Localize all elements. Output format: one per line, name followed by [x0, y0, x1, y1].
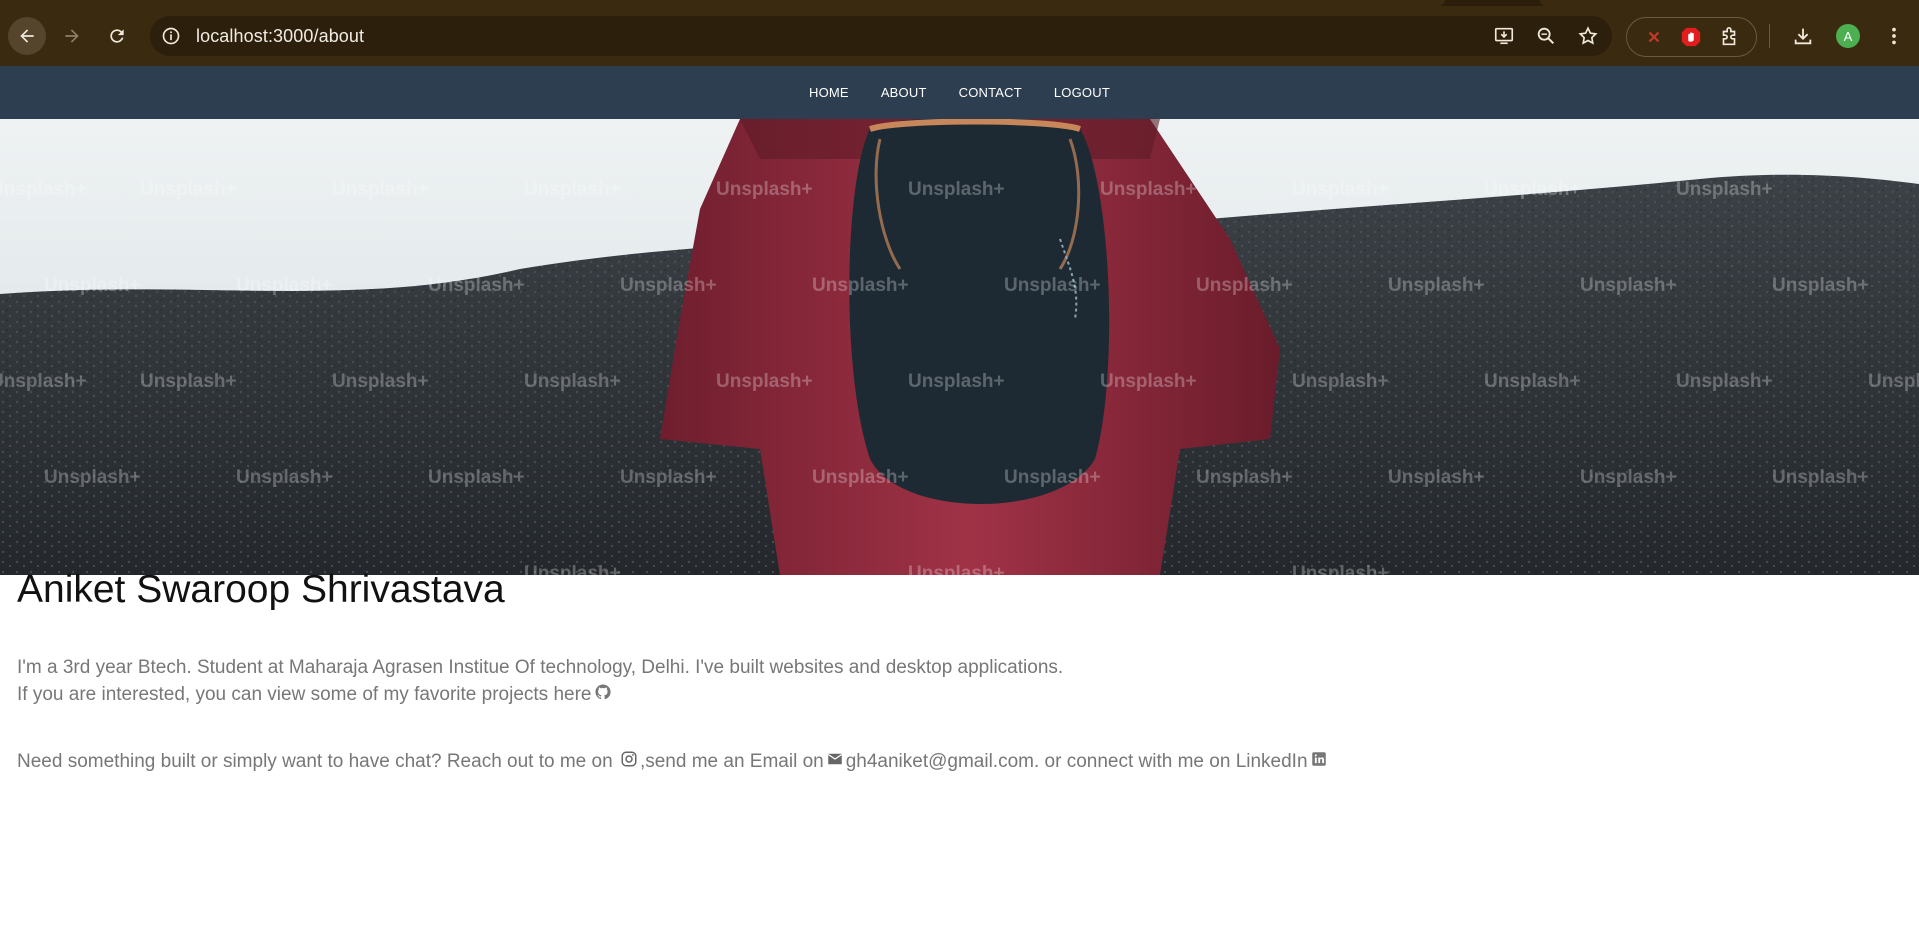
- watermark-text: Unsplash+: [716, 179, 813, 200]
- reload-icon: [110, 29, 124, 43]
- watermark-text: Unsplash+: [1676, 179, 1773, 200]
- contact-text-1: Need something built or simply want to h…: [17, 751, 618, 772]
- arrow-left-icon: [20, 29, 34, 43]
- watermark-text: Unsplash+: [0, 371, 87, 392]
- browser-toolbar: localhost:3000/about A: [0, 0, 1919, 66]
- watermark-text: Unsplash+: [236, 467, 333, 488]
- watermark-text: Unsplash+: [428, 275, 525, 296]
- watermark-text: Unsplash+: [524, 563, 621, 575]
- profile-avatar[interactable]: A: [1836, 24, 1860, 48]
- watermark-text: Unsplash+: [236, 275, 333, 296]
- linkedin-icon: [1311, 752, 1326, 766]
- contact-line: Need something built or simply want to h…: [17, 748, 1330, 775]
- watermark-text: Unsplash+: [1772, 275, 1869, 296]
- watermark-text: Unsplash+: [332, 179, 429, 200]
- inactive-tab-edge: [1540, 0, 1919, 6]
- watermark-text: Unsplash+: [1004, 275, 1101, 296]
- watermark-text: Unsplash+: [908, 563, 1005, 575]
- nav-contact-link[interactable]: CONTACT: [943, 85, 1038, 100]
- watermark-text: Unsplash+: [332, 371, 429, 392]
- active-tab-edge: [0, 0, 1445, 6]
- watermark-text: Unsplash+: [524, 179, 621, 200]
- forward-button[interactable]: [53, 17, 91, 55]
- install-app-icon[interactable]: [1492, 24, 1516, 48]
- watermark-text: Unsplash+: [812, 467, 909, 488]
- watermark-text: Unsplash+: [716, 371, 813, 392]
- toolbar-divider: [1769, 24, 1770, 48]
- watermark-text: Unsplash+: [1580, 275, 1677, 296]
- watermark-text: Unsplash+: [1292, 179, 1389, 200]
- watermark-text: Unsplash+: [524, 371, 621, 392]
- watermark-text: Unsplash+: [1004, 467, 1101, 488]
- watermark-text: Unsplash+: [620, 275, 717, 296]
- watermark-text: Unsplash+: [1100, 371, 1197, 392]
- arrow-right-icon: [65, 29, 79, 43]
- nav-logout-link[interactable]: LOGOUT: [1038, 85, 1126, 100]
- extension-red-icon[interactable]: [1642, 25, 1666, 49]
- contact-text-2: ,send me an Email on: [639, 751, 824, 772]
- watermark-text: Unsplash+: [140, 179, 237, 200]
- watermark-text: Unsplash+: [620, 467, 717, 488]
- watermark-text: Unsplash+: [1292, 563, 1389, 575]
- site-navbar: HOME ABOUT CONTACT LOGOUT: [0, 66, 1919, 119]
- reload-button[interactable]: [98, 17, 136, 55]
- url-text[interactable]: localhost:3000/about: [196, 26, 364, 47]
- menu-kebab-icon[interactable]: [1880, 22, 1908, 50]
- profile-name: Aniket Swaroop Shrivastava: [17, 568, 505, 611]
- bio-line-2: If you are interested, you can view some…: [17, 681, 614, 708]
- site-info-icon[interactable]: [160, 25, 182, 47]
- watermark-text: Unsplash+: [1292, 371, 1389, 392]
- watermark-text: Unsplash+: [44, 467, 141, 488]
- watermark-text: Unsplash+: [0, 179, 87, 200]
- nav-about-link[interactable]: ABOUT: [865, 85, 943, 100]
- watermark-text: Unsplash+: [1580, 467, 1677, 488]
- watermark-text: Unsplash+: [908, 179, 1005, 200]
- watermark-text: Unsplash+: [1868, 371, 1919, 392]
- email-link[interactable]: gh4aniket@gmail.com.: [824, 751, 1040, 772]
- watermark-text: Unsplash+: [44, 275, 141, 296]
- mail-icon: [827, 753, 842, 765]
- instagram-link[interactable]: [618, 751, 640, 772]
- watermark-text: Unsplash+: [1196, 275, 1293, 296]
- bio-projects-text: If you are interested, you can view some…: [17, 684, 592, 705]
- watermark-text: Unsplash+: [1388, 275, 1485, 296]
- contact-text-3: or connect with me on LinkedIn: [1039, 751, 1308, 772]
- bookmark-star-icon[interactable]: [1576, 24, 1600, 48]
- instagram-icon: [621, 751, 637, 767]
- zoom-icon[interactable]: [1534, 24, 1558, 48]
- watermark-text: Unsplash+: [140, 371, 237, 392]
- tab-strip: [0, 0, 1919, 6]
- linkedin-link[interactable]: [1308, 751, 1330, 772]
- watermark-text: Unsplash+: [1676, 371, 1773, 392]
- watermark-text: Unsplash+: [1484, 179, 1581, 200]
- downloads-icon[interactable]: [1789, 22, 1817, 50]
- nav-home-link[interactable]: HOME: [793, 85, 865, 100]
- adblock-hand-icon[interactable]: [1679, 25, 1703, 49]
- back-button[interactable]: [8, 17, 46, 55]
- github-icon: [594, 684, 611, 700]
- hero-image: Unsplash+ Unsplash+ Unsplash+ Unsplash+ …: [0, 119, 1919, 575]
- watermark-text: Unsplash+: [1484, 371, 1581, 392]
- page: HOME ABOUT CONTACT LOGOUT nsplash+ Unspl…: [0, 66, 1919, 939]
- github-link[interactable]: [592, 684, 614, 705]
- bio-line-1: I'm a 3rd year Btech. Student at Maharaj…: [17, 657, 1064, 678]
- watermark-text: Unsplash+: [908, 371, 1005, 392]
- watermark-text: Unsplash+: [1100, 179, 1197, 200]
- watermark-text: Unsplash+: [812, 275, 909, 296]
- watermark-text: Unsplash+: [1196, 467, 1293, 488]
- watermark-text: Unsplash+: [428, 467, 525, 488]
- email-address[interactable]: gh4aniket@gmail.com.: [846, 751, 1040, 772]
- watermark-text: Unsplash+: [1388, 467, 1485, 488]
- address-bar[interactable]: localhost:3000/about: [150, 16, 1612, 56]
- watermark-text: Unsplash+: [1772, 467, 1869, 488]
- extensions-group: [1626, 17, 1757, 57]
- extensions-puzzle-icon[interactable]: [1717, 25, 1741, 49]
